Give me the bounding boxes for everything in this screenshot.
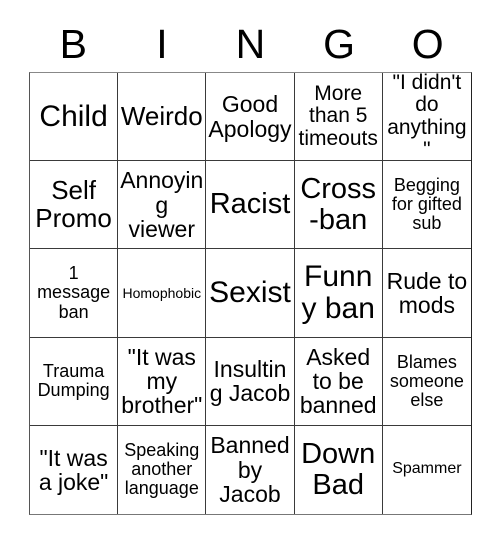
bingo-cell-label: Funny ban (301, 260, 375, 325)
bingo-cell-label: Speaking another language (124, 440, 200, 499)
bingo-cell-label: Asked to be banned (299, 343, 377, 419)
bingo-cell-label: Spammer (392, 460, 462, 478)
bingo-header-letter-i: I (156, 21, 168, 67)
bingo-cell-label: Down Bad (301, 438, 376, 501)
bingo-cell-r4c3[interactable]: Insulting Jacob (206, 337, 295, 426)
bingo-cell-r3c4[interactable]: Funny ban (294, 249, 383, 338)
bingo-header-row: B I N G O (29, 16, 472, 72)
bingo-cell-label: Good Apology (208, 91, 292, 142)
bingo-cell-r2c1[interactable]: Self Promo (30, 161, 119, 250)
bingo-cell-r5c3[interactable]: Banned by Jacob (206, 425, 295, 514)
bingo-cell-r3c1[interactable]: 1 message ban (30, 249, 119, 338)
bingo-cell-r2c5[interactable]: Begging for gifted sub (382, 161, 471, 250)
bingo-cell-label: Banned by Jacob (210, 432, 290, 508)
bingo-cell-r1c2[interactable]: Weirdo (118, 73, 207, 162)
bingo-cell-label: Racist (209, 188, 291, 221)
bingo-cell-r5c1[interactable]: "It was a joke" (30, 425, 119, 514)
bingo-cell-r1c4[interactable]: More than 5 timeouts (294, 73, 383, 162)
bingo-header-letter-b: B (59, 21, 87, 67)
bingo-cell-r4c1[interactable]: Trauma Dumping (30, 337, 119, 426)
bingo-cell-label: Rude to mods (386, 267, 468, 318)
bingo-cell-label: Child (39, 99, 108, 133)
bingo-cell-r5c5[interactable]: Spammer (382, 425, 471, 514)
bingo-cell-label: "I didn't do anything" (387, 73, 467, 161)
bingo-cell-label: Sexist (209, 276, 291, 310)
bingo-cell-r3c2[interactable]: Homophobic (118, 249, 207, 338)
bingo-cell-label: Begging for gifted sub (391, 175, 462, 234)
bingo-cell-r4c5[interactable]: Blames someone else (382, 337, 471, 426)
bingo-cell-r5c2[interactable]: Speaking another language (118, 425, 207, 514)
bingo-cell-r4c4[interactable]: Asked to be banned (294, 337, 383, 426)
bingo-cell-label: More than 5 timeouts (298, 82, 378, 150)
bingo-cell-label: Homophobic (122, 284, 202, 301)
bingo-cell-r1c3[interactable]: Good Apology (206, 73, 295, 162)
bingo-cell-label: Insulting Jacob (209, 355, 291, 407)
bingo-cell-r4c2[interactable]: "It was my brother" (118, 337, 207, 426)
bingo-cell-label: "It was a joke" (38, 444, 109, 495)
bingo-cell-label: Cross-ban (300, 173, 377, 236)
bingo-cell-r3c5[interactable]: Rude to mods (382, 249, 471, 338)
bingo-cell-r1c1[interactable]: Child (30, 73, 119, 162)
bingo-cell-label: 1 message ban (37, 263, 111, 322)
bingo-cell-label: Self Promo (35, 175, 112, 233)
bingo-cell-r2c3[interactable]: Racist (206, 161, 295, 250)
bingo-header-letter-o: O (411, 21, 444, 67)
bingo-header-letter-g: G (323, 21, 356, 67)
bingo-cell-label: Blames someone else (389, 351, 464, 410)
bingo-cell-label: "It was my brother" (121, 343, 203, 419)
bingo-header-letter-n: N (235, 21, 266, 67)
bingo-cell-r2c2[interactable]: Annoying viewer (118, 161, 207, 250)
bingo-cell-r1c5[interactable]: "I didn't do anything" (382, 73, 471, 162)
bingo-cell-label: Weirdo (120, 100, 203, 131)
bingo-cell-label: Trauma Dumping (37, 361, 110, 401)
bingo-cell-label: Annoying viewer (120, 167, 204, 242)
bingo-card: B I N G O Child Weirdo Good Apology More th… (0, 0, 500, 544)
bingo-grid: Child Weirdo Good Apology More than 5 timeo… (29, 72, 472, 515)
bingo-cell-r2c4[interactable]: Cross-ban (294, 161, 383, 250)
bingo-cell-r5c4[interactable]: Down Bad (294, 425, 383, 514)
bingo-cell-r3c3[interactable]: Sexist (206, 249, 295, 338)
